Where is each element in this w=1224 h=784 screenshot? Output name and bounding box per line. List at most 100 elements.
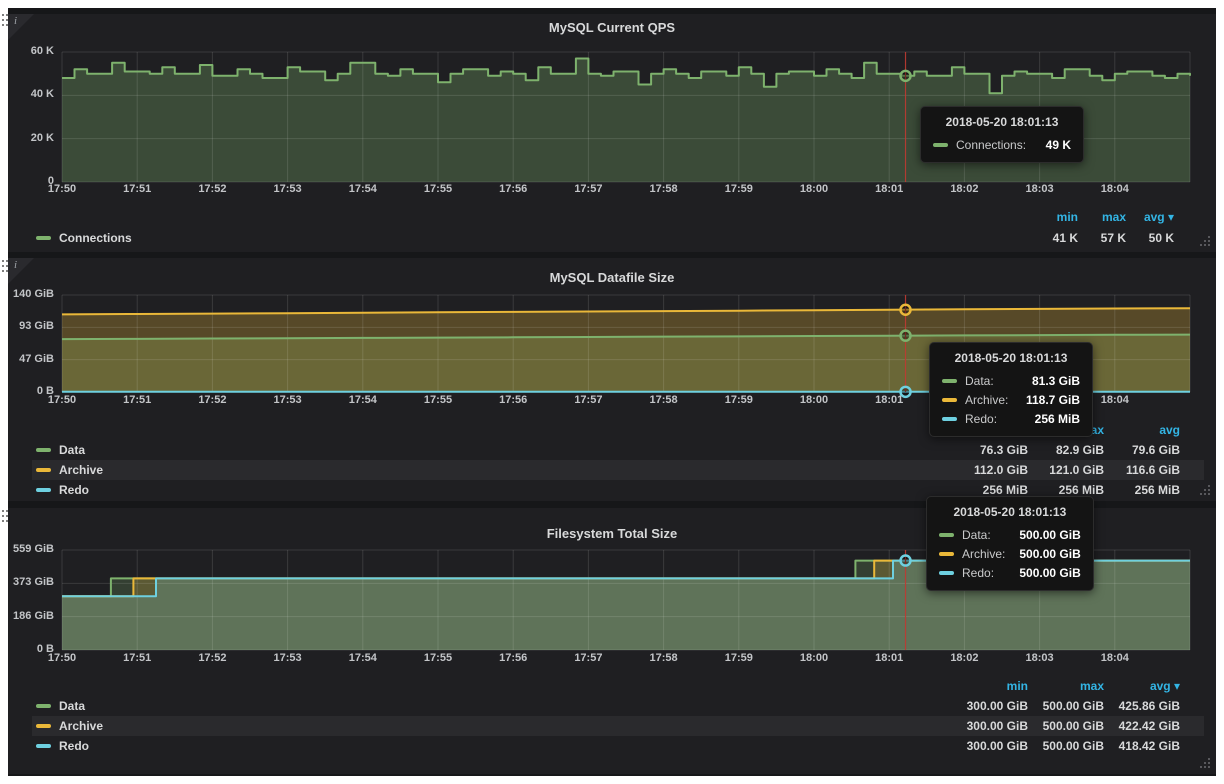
legend-min-value: 41 K [1030, 231, 1078, 245]
dashboard-screenshot: i MySQL Current QPS 020 K40 K60 K17:5017… [0, 0, 1224, 784]
x-axis-tick-label: 17:58 [634, 394, 694, 406]
legend-series-swatch [36, 704, 51, 708]
tooltip-series-value: 500.00 GiB [1005, 547, 1080, 561]
legend-series-row: Archive300.00 GiB500.00 GiB422.42 GiB [32, 716, 1204, 736]
x-axis-tick-label: 17:50 [32, 652, 92, 664]
x-axis-tick-label: 17:56 [483, 183, 543, 195]
x-axis-tick-label: 17:58 [634, 652, 694, 664]
panel-resize-handle[interactable] [1208, 766, 1210, 768]
x-axis-tick-label: 17:50 [32, 394, 92, 406]
x-axis-tick-label: 17:57 [558, 183, 618, 195]
x-axis-tick-label: 17:51 [107, 183, 167, 195]
graph-tooltip: 2018-05-20 18:01:13 Data: 81.3 GiB Archive… [929, 342, 1093, 437]
x-axis-tick-label: 17:54 [333, 183, 393, 195]
legend-avg-value: 418.42 GiB [1104, 739, 1180, 753]
tooltip-timestamp: 2018-05-20 18:01:13 [939, 505, 1081, 519]
tooltip-series-label: Data: [965, 374, 994, 388]
tooltip-series-label: Redo: [962, 566, 994, 580]
y-axis-tick-label: 373 GiB [8, 576, 54, 588]
legend-header-avg[interactable]: avg ▾ [1104, 679, 1180, 693]
x-axis-tick-label: 17:52 [182, 652, 242, 664]
tooltip-series-swatch [939, 552, 954, 556]
row-drag-handle[interactable] [2, 260, 4, 262]
x-axis-tick-label: 18:00 [784, 652, 844, 664]
x-axis-tick-label: 17:56 [483, 394, 543, 406]
legend-series-redo[interactable]: Redo [59, 739, 89, 753]
panel-title: MySQL Current QPS [8, 20, 1216, 35]
panel-resize-handle[interactable] [1208, 244, 1210, 246]
tooltip-series-value: 256 MiB [1021, 412, 1080, 426]
legend-series-row: Data300.00 GiB500.00 GiB425.86 GiB [32, 696, 1204, 716]
x-axis-tick-label: 17:51 [107, 652, 167, 664]
x-axis-tick-label: 18:02 [934, 183, 994, 195]
legend-max-value: 500.00 GiB [1028, 739, 1104, 753]
legend: minmaxavg ▾Connections41 K57 K50 K [32, 206, 1204, 248]
legend-series-archive[interactable]: Archive [59, 463, 103, 477]
legend-series-data[interactable]: Data [59, 443, 85, 457]
info-icon-glyph: i [14, 15, 17, 27]
tooltip-timestamp: 2018-05-20 18:01:13 [933, 115, 1071, 129]
x-axis-tick-label: 17:56 [483, 652, 543, 664]
tooltip-series-value: 81.3 GiB [1018, 374, 1080, 388]
x-axis-tick-label: 17:51 [107, 394, 167, 406]
legend-max-value: 121.0 GiB [1028, 463, 1104, 477]
tooltip-series-swatch [933, 143, 948, 147]
tooltip-row: Redo:500.00 GiB [939, 563, 1081, 582]
legend-header-max[interactable]: max [1028, 679, 1104, 693]
x-axis-tick-label: 17:59 [709, 183, 769, 195]
x-axis-tick-label: 18:01 [859, 183, 919, 195]
tooltip-row: Archive:118.7 GiB [942, 390, 1080, 409]
tooltip-series-swatch [939, 533, 954, 537]
legend: minmaxavg ▾ Data300.00 GiB500.00 GiB425.8… [32, 676, 1204, 756]
legend-series-redo[interactable]: Redo [59, 483, 89, 497]
x-axis-tick-label: 17:50 [32, 183, 92, 195]
legend-series-swatch [36, 744, 51, 748]
x-axis-tick-label: 17:55 [408, 183, 468, 195]
y-axis-tick-label: 40 K [8, 88, 54, 100]
legend-header-min[interactable]: min [1030, 210, 1078, 224]
x-axis-tick-label: 17:57 [558, 652, 618, 664]
legend-avg-value: 116.6 GiB [1104, 463, 1180, 477]
x-axis-tick-label: 18:04 [1085, 394, 1145, 406]
legend-header-avg[interactable]: avg [1104, 423, 1180, 437]
legend-header-max[interactable]: max [1078, 210, 1126, 224]
panel-resize-handle[interactable] [1208, 493, 1210, 495]
info-icon[interactable]: i [8, 258, 34, 284]
tooltip-row: Data: 81.3 GiB [942, 371, 1080, 390]
tooltip-timestamp: 2018-05-20 18:01:13 [942, 351, 1080, 365]
legend-series-connections[interactable]: Connections [59, 231, 132, 245]
legend-avg-value: 256 MiB [1104, 483, 1180, 497]
x-axis-tick-label: 18:02 [934, 652, 994, 664]
row-drag-handle[interactable] [2, 510, 4, 512]
legend-header-avg[interactable]: avg ▾ [1126, 210, 1174, 224]
legend-min-value: 76.3 GiB [952, 443, 1028, 457]
legend-series-swatch [36, 488, 51, 492]
x-axis-tick-label: 18:00 [784, 183, 844, 195]
y-axis-tick-label: 140 GiB [8, 288, 54, 300]
info-icon[interactable]: i [8, 14, 34, 40]
x-axis-tick-label: 17:52 [182, 183, 242, 195]
tooltip-series-swatch [942, 398, 957, 402]
crosshair-marker [901, 556, 911, 566]
legend-series-data[interactable]: Data [59, 699, 85, 713]
x-axis-tick-label: 17:52 [182, 394, 242, 406]
legend-series-row: Redo300.00 GiB500.00 GiB418.42 GiB [32, 736, 1204, 756]
y-axis-tick-label: 47 GiB [8, 353, 54, 365]
legend-series-swatch [36, 236, 51, 240]
x-axis-tick-label: 17:53 [258, 394, 318, 406]
tooltip-row: Redo: 256 MiB [942, 409, 1080, 428]
tooltip-series-label: Redo: [965, 412, 997, 426]
legend-series-swatch [36, 448, 51, 452]
crosshair-marker [901, 305, 911, 315]
legend-max-value: 256 MiB [1028, 483, 1104, 497]
panel-title: MySQL Datafile Size [8, 270, 1216, 285]
legend-header-min[interactable]: min [952, 679, 1028, 693]
tooltip-series-swatch [942, 417, 957, 421]
graph-tooltip: 2018-05-20 18:01:13 Data:500.00 GiBArchi… [926, 496, 1094, 591]
x-axis-tick-label: 18:04 [1085, 652, 1145, 664]
row-drag-handle[interactable] [2, 14, 4, 16]
x-axis-tick-label: 17:59 [709, 394, 769, 406]
x-axis-tick-label: 17:54 [333, 652, 393, 664]
legend-series-archive[interactable]: Archive [59, 719, 103, 733]
crosshair-marker [901, 331, 911, 341]
